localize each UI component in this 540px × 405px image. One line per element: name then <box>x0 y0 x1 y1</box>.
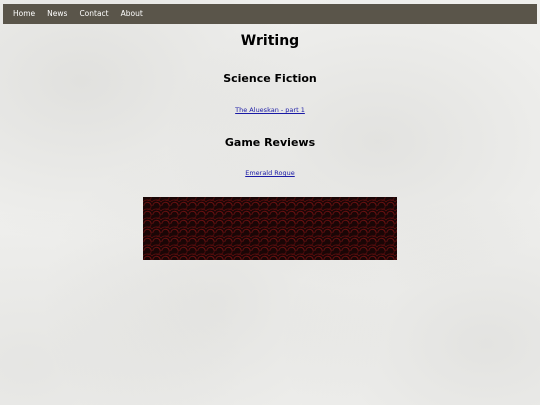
story-link-the-alueskan[interactable]: The Alueskan - part 1 <box>235 106 305 114</box>
section-heading-science-fiction: Science Fiction <box>223 72 317 85</box>
review-link-emerald-rogue[interactable]: Emerald Rogue <box>245 169 295 177</box>
nav-about-link[interactable]: About <box>115 4 149 24</box>
top-navbar: Home News Contact About <box>3 4 537 24</box>
review-link-item: Emerald Rogue <box>0 169 540 177</box>
nav-news-link[interactable]: News <box>41 4 73 24</box>
page-title: Writing <box>240 33 300 49</box>
story-link-item: The Alueskan - part 1 <box>0 106 540 114</box>
nav-home-link[interactable]: Home <box>7 4 41 24</box>
nav-contact-link[interactable]: Contact <box>73 4 114 24</box>
section-heading-game-reviews: Game Reviews <box>224 136 316 149</box>
decorative-pattern-banner <box>143 197 397 260</box>
